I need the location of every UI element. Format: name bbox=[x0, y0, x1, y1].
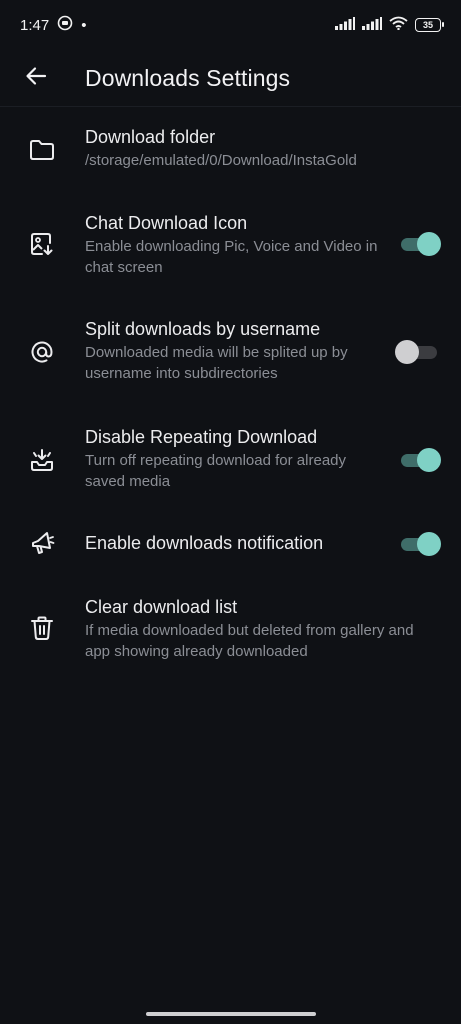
setting-chat-download-icon[interactable]: Chat Download Icon Enable downloading Pi… bbox=[0, 212, 461, 282]
toggle-thumb bbox=[417, 448, 441, 472]
setting-download-folder[interactable]: Download folder /storage/emulated/0/Down… bbox=[0, 126, 461, 186]
screen-record-icon bbox=[57, 15, 73, 35]
setting-text: Enable downloads notification bbox=[85, 532, 379, 554]
disable-repeating-download-toggle[interactable] bbox=[399, 448, 441, 472]
setting-subtitle: Downloaded media will be splited up by u… bbox=[85, 344, 348, 382]
image-download-icon bbox=[28, 230, 56, 258]
home-indicator[interactable] bbox=[145, 1012, 316, 1016]
setting-text: Chat Download Icon Enable downloading Pi… bbox=[85, 212, 379, 278]
setting-title: Download folder bbox=[85, 127, 216, 147]
setting-subtitle: /storage/emulated/0/Download/InstaGold bbox=[85, 152, 357, 169]
toggle-thumb bbox=[417, 532, 441, 556]
chat-download-icon-toggle[interactable] bbox=[399, 232, 441, 256]
downloads-notification-toggle[interactable] bbox=[399, 532, 441, 556]
toggle-thumb bbox=[395, 340, 419, 364]
folder-icon bbox=[28, 136, 56, 164]
status-time: 1:47 bbox=[20, 16, 50, 34]
wifi-icon bbox=[389, 16, 408, 34]
toggle-thumb bbox=[417, 232, 441, 256]
signal-icon-1 bbox=[335, 16, 355, 34]
setting-split-by-username[interactable]: Split downloads by username Downloaded m… bbox=[0, 318, 461, 388]
setting-text: Split downloads by username Downloaded m… bbox=[85, 318, 379, 384]
status-right: 35 bbox=[335, 16, 444, 34]
back-button[interactable] bbox=[18, 60, 54, 96]
status-left: 1:47 • bbox=[20, 15, 86, 35]
setting-text: Clear download list If media downloaded … bbox=[85, 596, 441, 662]
at-sign-icon bbox=[28, 338, 56, 366]
megaphone-icon bbox=[28, 529, 56, 557]
setting-title: Disable Repeating Download bbox=[85, 427, 318, 447]
setting-subtitle: Enable downloading Pic, Voice and Video … bbox=[85, 238, 378, 276]
status-bar: 1:47 • 35 bbox=[0, 0, 461, 50]
signal-icon-2 bbox=[362, 16, 382, 34]
tray-download-icon bbox=[28, 446, 56, 474]
status-dot: • bbox=[81, 16, 87, 34]
page-title: Downloads Settings bbox=[85, 64, 291, 91]
setting-clear-download-list[interactable]: Clear download list If media downloaded … bbox=[0, 596, 461, 666]
setting-title: Clear download list bbox=[85, 597, 238, 617]
split-by-username-toggle[interactable] bbox=[395, 340, 439, 364]
setting-subtitle: Turn off repeating download for already … bbox=[85, 452, 346, 490]
setting-title: Enable downloads notification bbox=[85, 533, 324, 553]
setting-subtitle: If media downloaded but deleted from gal… bbox=[85, 622, 414, 660]
setting-disable-repeating-download[interactable]: Disable Repeating Download Turn off repe… bbox=[0, 426, 461, 496]
arrow-left-icon bbox=[25, 65, 47, 92]
setting-enable-downloads-notification[interactable]: Enable downloads notification bbox=[0, 526, 461, 562]
setting-title: Chat Download Icon bbox=[85, 213, 248, 233]
setting-text: Disable Repeating Download Turn off repe… bbox=[85, 426, 379, 492]
battery-icon: 35 bbox=[415, 18, 444, 32]
setting-title: Split downloads by username bbox=[85, 319, 321, 339]
setting-text: Download folder /storage/emulated/0/Down… bbox=[85, 126, 441, 171]
app-header: Downloads Settings bbox=[0, 50, 461, 107]
trash-icon bbox=[28, 614, 56, 642]
